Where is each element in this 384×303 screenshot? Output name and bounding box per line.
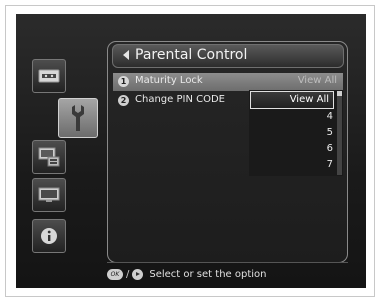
dropdown-scrollbar[interactable] (337, 91, 342, 175)
hint-text: Select or set the option (149, 268, 267, 280)
sidebar-item-signal[interactable] (32, 59, 66, 93)
dropdown-option[interactable]: 4 (0, 111, 333, 122)
dropdown-scroll-thumb[interactable] (337, 91, 342, 96)
separator: / (126, 268, 130, 280)
menu-item-maturity-lock[interactable]: 1 Maturity Lock View All (113, 73, 343, 91)
right-arrow-key-icon (132, 268, 144, 280)
info-icon (41, 228, 57, 244)
divider (107, 262, 348, 263)
menu-item-label: Maturity Lock (135, 75, 203, 86)
item-number-badge: 1 (118, 76, 129, 87)
footer-hint: OK / Select or set the option (107, 266, 266, 282)
menu-item-label: Change PIN CODE (135, 94, 225, 105)
back-arrow-icon[interactable] (123, 50, 129, 60)
item-number-badge: 2 (118, 95, 129, 106)
tv-signal-icon (38, 69, 60, 83)
dropdown-option[interactable]: 6 (0, 143, 333, 154)
menu-item-value: View All (297, 75, 337, 86)
sidebar-item-display[interactable] (32, 178, 66, 212)
dropdown-option[interactable]: 5 (0, 127, 333, 138)
dropdown-option[interactable]: 7 (0, 159, 333, 170)
ok-key-icon: OK (107, 268, 123, 280)
page-title: Parental Control (135, 47, 248, 63)
sidebar-item-info[interactable] (32, 219, 66, 253)
dropdown-option-selected[interactable]: View All (250, 91, 334, 109)
dropdown-option-label: View All (289, 94, 329, 105)
monitor-icon (38, 187, 60, 202)
